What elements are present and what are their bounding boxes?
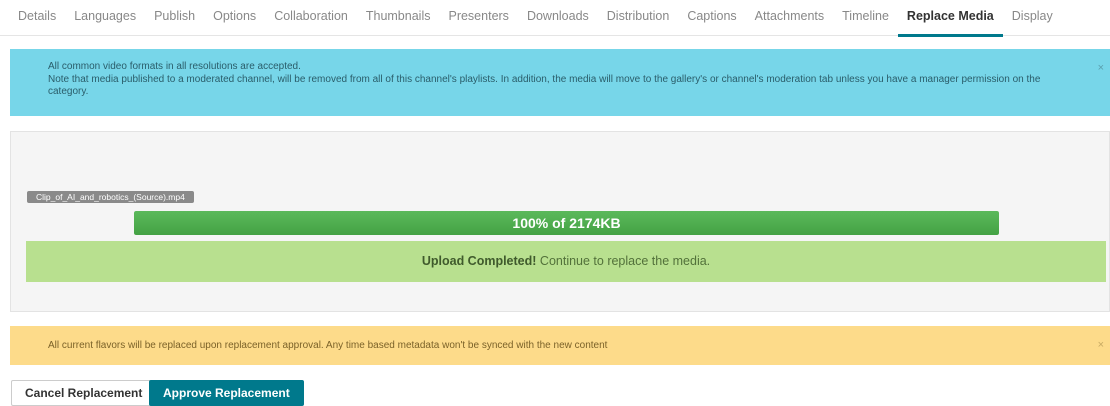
tab-display[interactable]: Display xyxy=(1003,0,1062,36)
entry-tabs: Details Languages Publish Options Collab… xyxy=(0,0,1110,37)
file-name-label: Clip_of_AI_and_robotics_(Source).mp4 xyxy=(27,191,194,203)
tab-options[interactable]: Options xyxy=(204,0,265,36)
tab-languages[interactable]: Languages xyxy=(65,0,145,36)
tab-attachments[interactable]: Attachments xyxy=(746,0,833,36)
warning-alert: All current flavors will be replaced upo… xyxy=(10,326,1110,365)
tab-captions[interactable]: Captions xyxy=(678,0,745,36)
upload-panel: Clip_of_AI_and_robotics_(Source).mp4 100… xyxy=(10,131,1110,312)
tab-downloads[interactable]: Downloads xyxy=(518,0,598,36)
tab-publish[interactable]: Publish xyxy=(145,0,204,36)
tab-thumbnails[interactable]: Thumbnails xyxy=(357,0,440,36)
info-alert-line2: Note that media published to a moderated… xyxy=(48,73,1041,98)
info-alert-line1: All common video formats in all resoluti… xyxy=(48,61,301,72)
warning-alert-text: All current flavors will be replaced upo… xyxy=(48,340,608,351)
tab-collaboration[interactable]: Collaboration xyxy=(265,0,357,36)
close-icon[interactable]: × xyxy=(1098,326,1104,365)
tab-distribution[interactable]: Distribution xyxy=(598,0,679,36)
upload-progress-label: 100% of 2174KB xyxy=(512,215,621,231)
upload-success-title: Upload Completed! xyxy=(421,254,537,268)
upload-success-text: Continue to replace the media. xyxy=(536,254,711,268)
upload-progress-bar: 100% of 2174KB xyxy=(134,211,999,235)
info-alert: All common video formats in all resoluti… xyxy=(10,49,1110,116)
cancel-replacement-button[interactable]: Cancel Replacement xyxy=(11,380,157,406)
tab-presenters[interactable]: Presenters xyxy=(439,0,517,36)
close-icon[interactable]: × xyxy=(1098,62,1104,75)
tab-details[interactable]: Details xyxy=(9,0,65,36)
tab-timeline[interactable]: Timeline xyxy=(833,0,898,36)
upload-success-message: Upload Completed! Continue to replace th… xyxy=(26,241,1106,282)
approve-replacement-button[interactable]: Approve Replacement xyxy=(149,380,304,406)
tab-replace-media[interactable]: Replace Media xyxy=(897,0,1003,37)
